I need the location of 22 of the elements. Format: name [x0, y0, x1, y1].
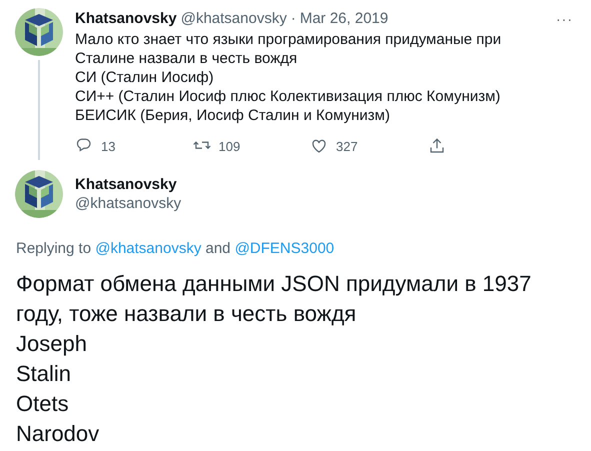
- tweet-text: Stalin: [16, 360, 72, 388]
- tweet-text: Формат обмена данными JSON придумали в 1937 году, тоже назвали в честь вождя: [16, 270, 532, 328]
- user-handle[interactable]: @khatsanovsky: [75, 194, 182, 213]
- action-count: 109: [218, 138, 240, 154]
- tweet-date[interactable]: Mar 26, 2019: [300, 10, 388, 27]
- tweet-text: СИ (Сталин Иосиф): [75, 68, 215, 87]
- action-count: 13: [101, 138, 116, 154]
- action-count: 327: [336, 138, 358, 154]
- more-options-icon[interactable]: ···: [556, 10, 573, 26]
- share-icon[interactable]: [428, 137, 446, 155]
- user-handle[interactable]: @khatsanovsky: [180, 10, 287, 27]
- heart-icon[interactable]: [310, 137, 328, 155]
- tweet-text: СИ++ (Сталин Иосиф плюс Колективизация плюс Комунизм): [75, 87, 502, 106]
- tweet-text: Narodov: [16, 420, 100, 448]
- user-name[interactable]: Khatsanovsky: [75, 175, 182, 194]
- separator-dot: ·: [290, 10, 296, 27]
- tweet-text: Otets: [16, 390, 70, 418]
- tweet-text: Мало кто знает что языки програмирования придуманые при Сталине назвали в честь вождя: [75, 30, 502, 68]
- tweet-text: БЕИСИК (Берия, Иосиф Сталин и Комунизм): [75, 106, 391, 125]
- user-name[interactable]: Khatsanovsky: [75, 10, 177, 27]
- tweet-text: Joseph: [16, 330, 88, 358]
- replying-to-text: Replying to @khatsanovsky and @DFENS3000: [15, 239, 336, 257]
